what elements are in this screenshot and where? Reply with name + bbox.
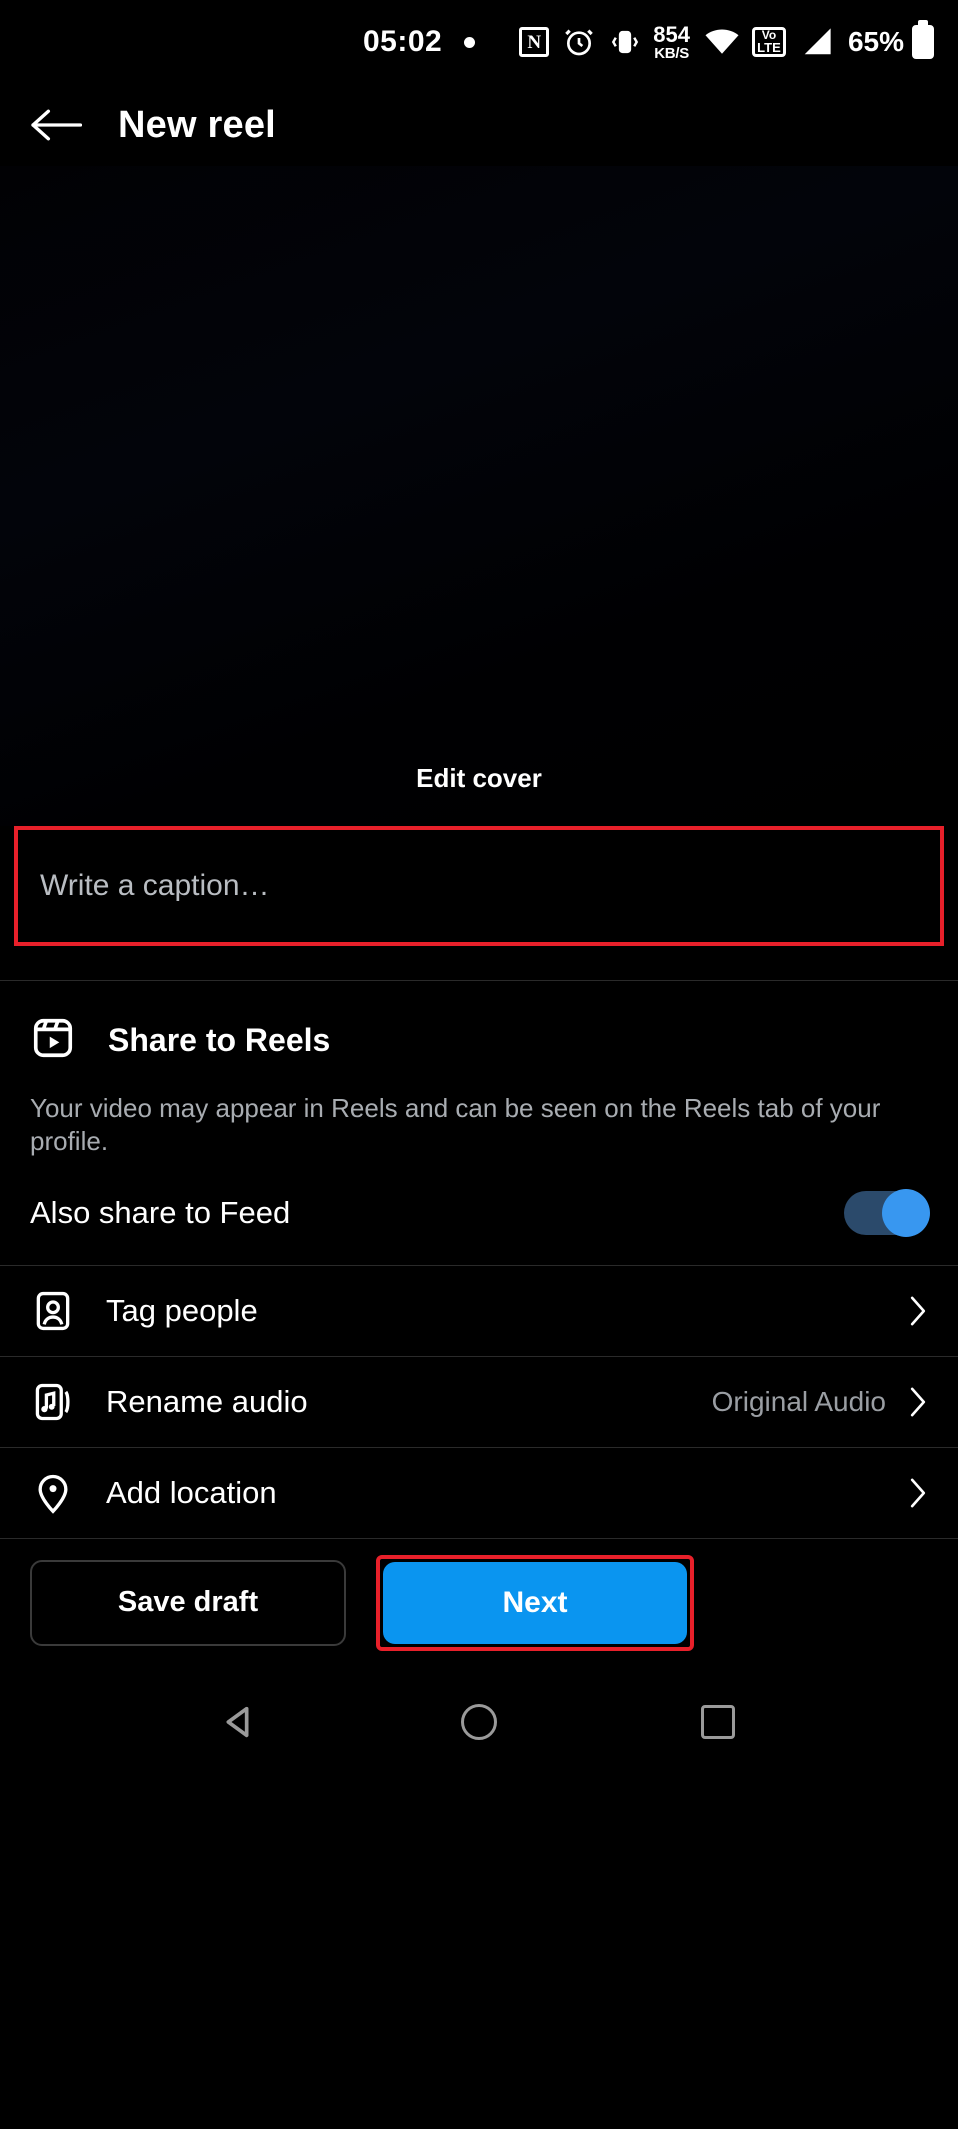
caption-bottom-spacer — [0, 946, 958, 980]
also-share-to-feed-row[interactable]: Also share to Feed — [30, 1159, 930, 1265]
cellular-signal-icon — [800, 27, 834, 57]
battery-percent-label: 65% — [847, 26, 904, 57]
chevron-right-icon — [908, 1385, 928, 1419]
nfc-icon: N — [519, 27, 550, 57]
share-to-reels-description: Your video may appear in Reels and can b… — [30, 1093, 881, 1157]
chevron-right-icon — [908, 1476, 928, 1510]
network-speed-unit: KB/S — [654, 44, 689, 62]
next-button-highlight: Next — [376, 1554, 694, 1651]
network-speed-indicator: 854 KB/S — [653, 21, 690, 62]
wifi-icon — [704, 28, 740, 56]
android-navigation-bar — [0, 1667, 958, 1777]
also-share-to-feed-label: Also share to Feed — [30, 1194, 291, 1230]
save-draft-button[interactable]: Save draft — [30, 1559, 346, 1646]
dot-indicator-icon — [464, 36, 476, 48]
caption-input[interactable]: Write a caption… — [14, 826, 944, 946]
nav-back-triangle-icon[interactable] — [208, 1690, 272, 1754]
status-bar: 05:02 N 854 KB/S Vo LTE 65% — [0, 0, 958, 84]
edit-cover-button[interactable]: Edit cover — [0, 763, 958, 794]
app-header: New reel — [0, 84, 958, 166]
nav-home-circle-icon[interactable] — [447, 1690, 511, 1754]
vibrate-icon — [609, 27, 641, 57]
tag-people-icon — [30, 1288, 76, 1334]
chevron-right-icon — [908, 1294, 928, 1328]
nfc-icon-glyph: N — [527, 31, 542, 53]
nav-recents-square-icon[interactable] — [686, 1690, 750, 1754]
share-to-reels-header: Share to Reels — [30, 981, 928, 1066]
option-row-rename-audio[interactable]: Rename audio Original Audio — [0, 1357, 958, 1447]
option-value: Original Audio — [711, 1385, 886, 1417]
volte-icon-bottom: LTE — [757, 39, 781, 55]
back-arrow-icon[interactable] — [30, 103, 86, 147]
also-share-to-feed-toggle[interactable] — [844, 1188, 930, 1237]
option-label: Rename audio — [106, 1383, 308, 1419]
caption-placeholder: Write a caption… — [40, 869, 270, 902]
location-pin-icon — [30, 1470, 76, 1516]
volte-icon: Vo LTE — [751, 27, 786, 57]
status-bar-clock: 05:02 — [363, 25, 443, 58]
battery-icon — [912, 25, 934, 59]
action-bar: Save draft Next — [0, 1539, 958, 1667]
option-row-add-location[interactable]: Add location — [0, 1448, 958, 1538]
option-label: Tag people — [106, 1292, 258, 1328]
audio-note-icon — [30, 1379, 76, 1425]
option-row-tag-people[interactable]: Tag people — [0, 1266, 958, 1356]
share-to-reels-section: Share to Reels Your video may appear in … — [0, 981, 958, 1265]
caption-highlight-wrapper: Write a caption… — [0, 826, 958, 946]
phone-screen: 05:02 N 854 KB/S Vo LTE 65% New reel Edi… — [0, 0, 958, 2129]
share-to-reels-title: Share to Reels — [108, 1022, 331, 1058]
next-button[interactable]: Next — [383, 1561, 687, 1644]
page-title: New reel — [118, 103, 276, 146]
network-speed-value: 854 — [653, 21, 690, 47]
toggle-knob — [882, 1188, 930, 1237]
video-preview[interactable]: Edit cover — [0, 166, 958, 826]
alarm-clock-icon — [563, 26, 595, 58]
option-label: Add location — [106, 1474, 277, 1510]
reels-icon — [30, 1015, 76, 1066]
